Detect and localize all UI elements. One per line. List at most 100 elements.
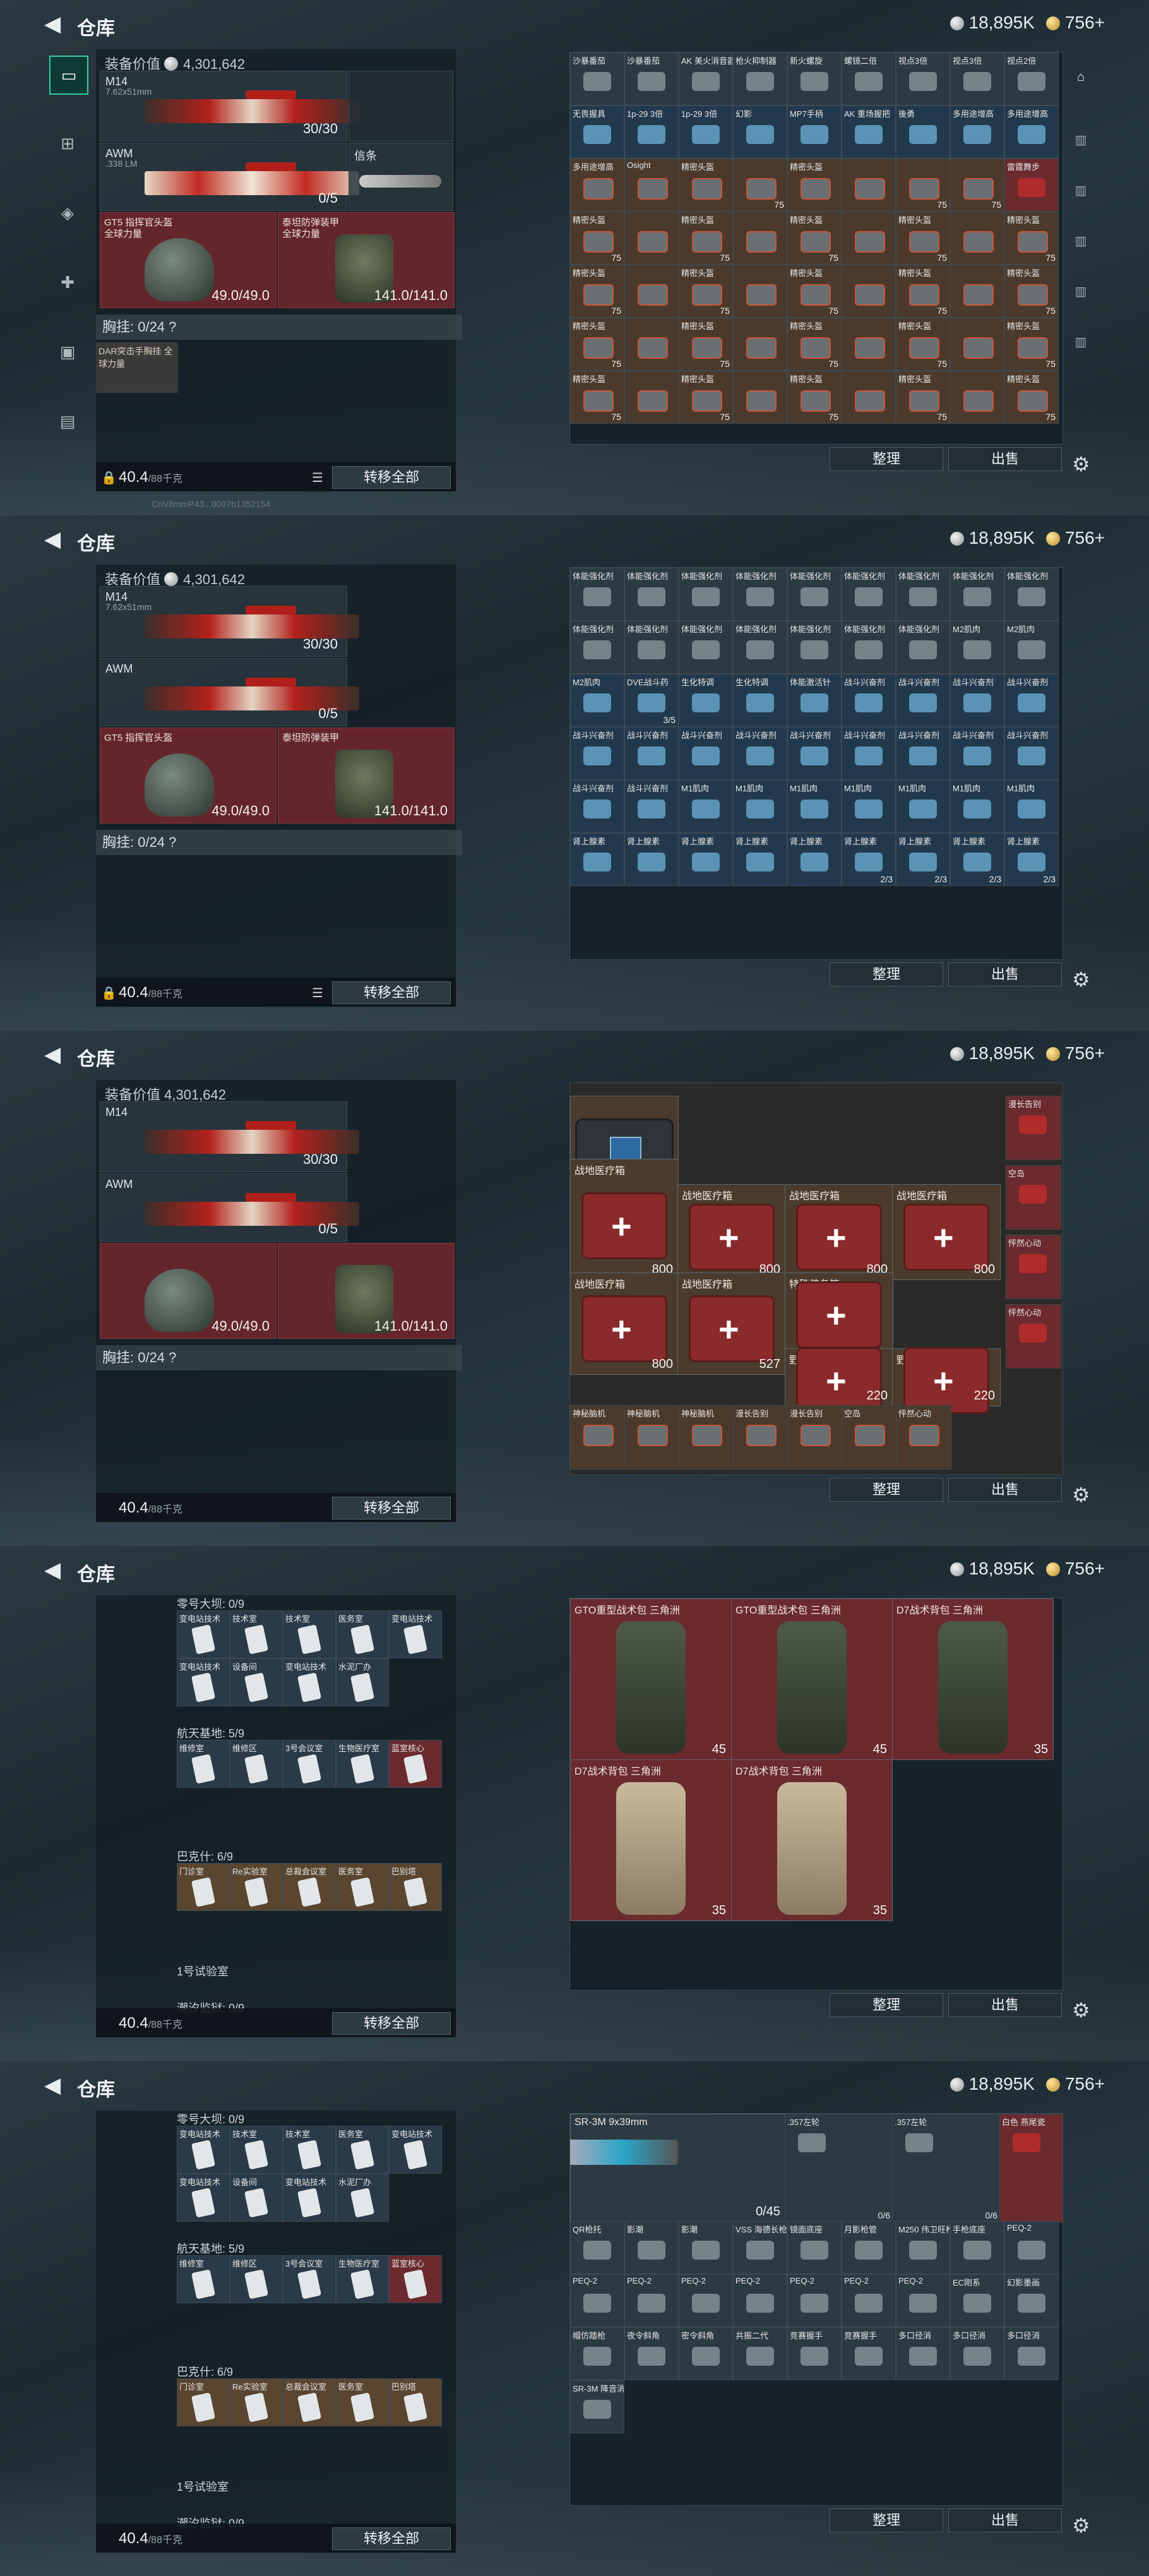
stash-item[interactable]: 後勇 bbox=[896, 105, 950, 159]
stash-large-item[interactable]: 战地医疗箱800 bbox=[677, 1184, 786, 1280]
stash-item[interactable] bbox=[842, 212, 896, 265]
stash-item[interactable]: 怦然心动 bbox=[1006, 1304, 1061, 1369]
stash-item[interactable]: 体能激活针 bbox=[787, 674, 842, 727]
stash-tab-5[interactable]: ▥ bbox=[1067, 279, 1095, 304]
settings-gear-icon[interactable]: ⚙ bbox=[1072, 1998, 1090, 2022]
stash-item[interactable]: 影潮 bbox=[624, 2221, 679, 2274]
pistol-slot[interactable] bbox=[348, 71, 453, 141]
keycard-item[interactable]: 总裁会议室 bbox=[283, 2378, 336, 2426]
stash-item[interactable]: M1肌肉 bbox=[896, 780, 950, 833]
secondary-weapon-slot[interactable]: AWM 0/5 bbox=[100, 1173, 359, 1242]
sort-button[interactable]: 整理 bbox=[830, 447, 943, 471]
keycard-item[interactable]: 蓝室核心 bbox=[389, 1740, 442, 1788]
sidebar-keys-icon[interactable]: ▣ bbox=[49, 333, 86, 370]
stash-item[interactable]: Osight bbox=[624, 159, 679, 212]
stash-item[interactable]: 75 bbox=[950, 159, 1004, 212]
sell-button[interactable]: 出售 bbox=[948, 1993, 1062, 2017]
stash-item[interactable]: 战斗兴奋剂 bbox=[570, 727, 624, 780]
stash-item[interactable]: 体能强化剂 bbox=[950, 568, 1004, 621]
stash-item[interactable]: 战斗兴奋剂 bbox=[842, 674, 896, 727]
stash-item[interactable]: 肾上腺素 bbox=[787, 833, 842, 886]
keycard-item[interactable]: 维修区 bbox=[230, 1740, 283, 1788]
stash-item[interactable]: 螺镜二倍 bbox=[842, 52, 896, 105]
backpack-item[interactable]: D7战术背包 三角洲 35 bbox=[731, 1759, 893, 1921]
settings-gear-icon[interactable]: ⚙ bbox=[1072, 967, 1090, 991]
list-icon[interactable]: ☰ bbox=[312, 985, 323, 1001]
stash-item[interactable]: 影潮 bbox=[679, 2221, 733, 2274]
stash-item[interactable] bbox=[950, 212, 1004, 265]
keycard-item[interactable]: 技术室 bbox=[283, 2126, 336, 2174]
stash-large-item[interactable]: 战地医疗箱 527 bbox=[677, 1273, 786, 1375]
stash-item[interactable]: 体能强化剂 bbox=[1004, 568, 1059, 621]
stash-item[interactable]: 多用途增高 bbox=[570, 159, 624, 212]
keycard-item[interactable]: 巴别塔 bbox=[389, 2378, 442, 2426]
stash-item[interactable]: 战斗兴奋剂 bbox=[950, 727, 1004, 780]
stash-tab-3[interactable]: ▥ bbox=[1067, 178, 1095, 203]
stash-item[interactable]: 体能强化剂 bbox=[679, 568, 733, 621]
stash-item[interactable]: 精密头盔 bbox=[679, 159, 733, 212]
stash-item[interactable]: 新火螺旋 bbox=[787, 52, 842, 105]
back-icon[interactable]: ◀ bbox=[44, 11, 61, 37]
melee-slot[interactable]: 信条 bbox=[348, 143, 453, 211]
armor-slot[interactable]: 141.0/141.0 bbox=[278, 1243, 455, 1339]
stash-item[interactable]: 枪火抑制器 bbox=[733, 52, 787, 105]
stash-item[interactable]: 精密头盔 75 bbox=[679, 212, 733, 265]
keycard-item[interactable]: 总裁会议室 bbox=[283, 1863, 336, 1911]
stash-item[interactable] bbox=[842, 159, 896, 212]
chest-rig-label[interactable]: 胸挂: 0/24 ? bbox=[96, 830, 462, 855]
stash-item[interactable] bbox=[733, 212, 787, 265]
stash-item[interactable]: .357左轮 0/6 bbox=[892, 2114, 1001, 2222]
stash-item[interactable]: 精密头盔 75 bbox=[1004, 318, 1059, 371]
stash-item[interactable]: 精密头盔 75 bbox=[896, 371, 950, 424]
stash-item[interactable]: 精密头盔 75 bbox=[787, 371, 842, 424]
stash-item[interactable]: AK 重场握把 bbox=[842, 105, 896, 159]
stash-item[interactable]: 体能强化剂 bbox=[842, 568, 896, 621]
stash-item[interactable]: 75 bbox=[733, 159, 787, 212]
armor-slot[interactable]: 泰坦防弹装甲 全球力量 141.0/141.0 bbox=[278, 212, 455, 308]
stash-item[interactable]: 共振二代 bbox=[733, 2327, 787, 2380]
stash-item[interactable] bbox=[950, 318, 1004, 371]
stash-item[interactable] bbox=[842, 265, 896, 318]
stash-item[interactable]: EC刚系 bbox=[950, 2274, 1004, 2327]
stash-item[interactable]: 体能强化剂 bbox=[679, 621, 733, 674]
stash-item[interactable]: 体能强化剂 bbox=[624, 621, 679, 674]
keycard-item[interactable]: 技术室 bbox=[230, 2126, 283, 2174]
stash-item[interactable] bbox=[624, 318, 679, 371]
stash-item[interactable]: 神秘脑机 bbox=[570, 1405, 626, 1470]
stash-large-item[interactable]: 战地医疗箱800 bbox=[785, 1184, 893, 1280]
stash-item[interactable]: 肾上腺素 bbox=[733, 833, 787, 886]
stash-large-item[interactable]: 战地医疗箱800 bbox=[892, 1184, 1001, 1280]
stash-item[interactable]: 体能强化剂 bbox=[624, 568, 679, 621]
stash-item[interactable]: 战斗兴奋剂 bbox=[1004, 674, 1059, 727]
weapon-item[interactable]: SR-3M 9x39mm 0/45 bbox=[570, 2114, 786, 2222]
stash-item[interactable]: M1肌肉 bbox=[733, 780, 787, 833]
stash-item[interactable] bbox=[624, 265, 679, 318]
stash-item[interactable]: 视点3倍 bbox=[950, 52, 1004, 105]
stash-item[interactable]: 视点3倍 bbox=[896, 52, 950, 105]
stash-item[interactable]: M2肌肉 bbox=[570, 674, 624, 727]
keycard-item[interactable]: 医务室 bbox=[336, 2378, 389, 2426]
stash-item[interactable]: M2肌肉 bbox=[950, 621, 1004, 674]
stash-item[interactable]: 漫长告别 bbox=[733, 1405, 789, 1470]
backpack-item[interactable]: D7战术背包 三角洲 35 bbox=[570, 1759, 732, 1921]
stash-item[interactable]: 神秘脑机 bbox=[679, 1405, 734, 1470]
stash-item[interactable]: 多用途增高 bbox=[1004, 105, 1059, 159]
stash-item[interactable]: 战斗兴奋剂 bbox=[679, 727, 733, 780]
lock-icon[interactable]: 🔒 bbox=[101, 985, 117, 1001]
keycard-item[interactable]: 生物医疗室 bbox=[336, 1740, 389, 1788]
stash-item[interactable]: 多口径消 bbox=[896, 2327, 950, 2380]
sort-button[interactable]: 整理 bbox=[830, 1478, 943, 1502]
stash-item[interactable]: 手枪底座 bbox=[950, 2221, 1004, 2274]
keycard-item[interactable]: Re实验室 bbox=[230, 2378, 283, 2426]
stash-item[interactable]: 体能强化剂 bbox=[896, 568, 950, 621]
helmet-slot[interactable]: GT5 指挥官头盔 49.0/49.0 bbox=[100, 728, 277, 824]
stash-item[interactable] bbox=[733, 265, 787, 318]
stash-item[interactable]: 肾上腺素 2/3 bbox=[842, 833, 896, 886]
gold-currency[interactable]: 756+ bbox=[1045, 13, 1105, 33]
chest-rig-label[interactable]: 胸挂: 0/24 ? bbox=[96, 1345, 462, 1370]
stash-item[interactable]: 精密头盔 75 bbox=[570, 371, 624, 424]
stash-item[interactable]: M2肌肉 bbox=[1004, 621, 1059, 674]
stash-item[interactable]: 肾上腺素 bbox=[679, 833, 733, 886]
backpack-item[interactable]: D7战术背包 三角洲 35 bbox=[892, 1598, 1054, 1760]
stash-item[interactable]: 1p-29 3倍 bbox=[624, 105, 679, 159]
